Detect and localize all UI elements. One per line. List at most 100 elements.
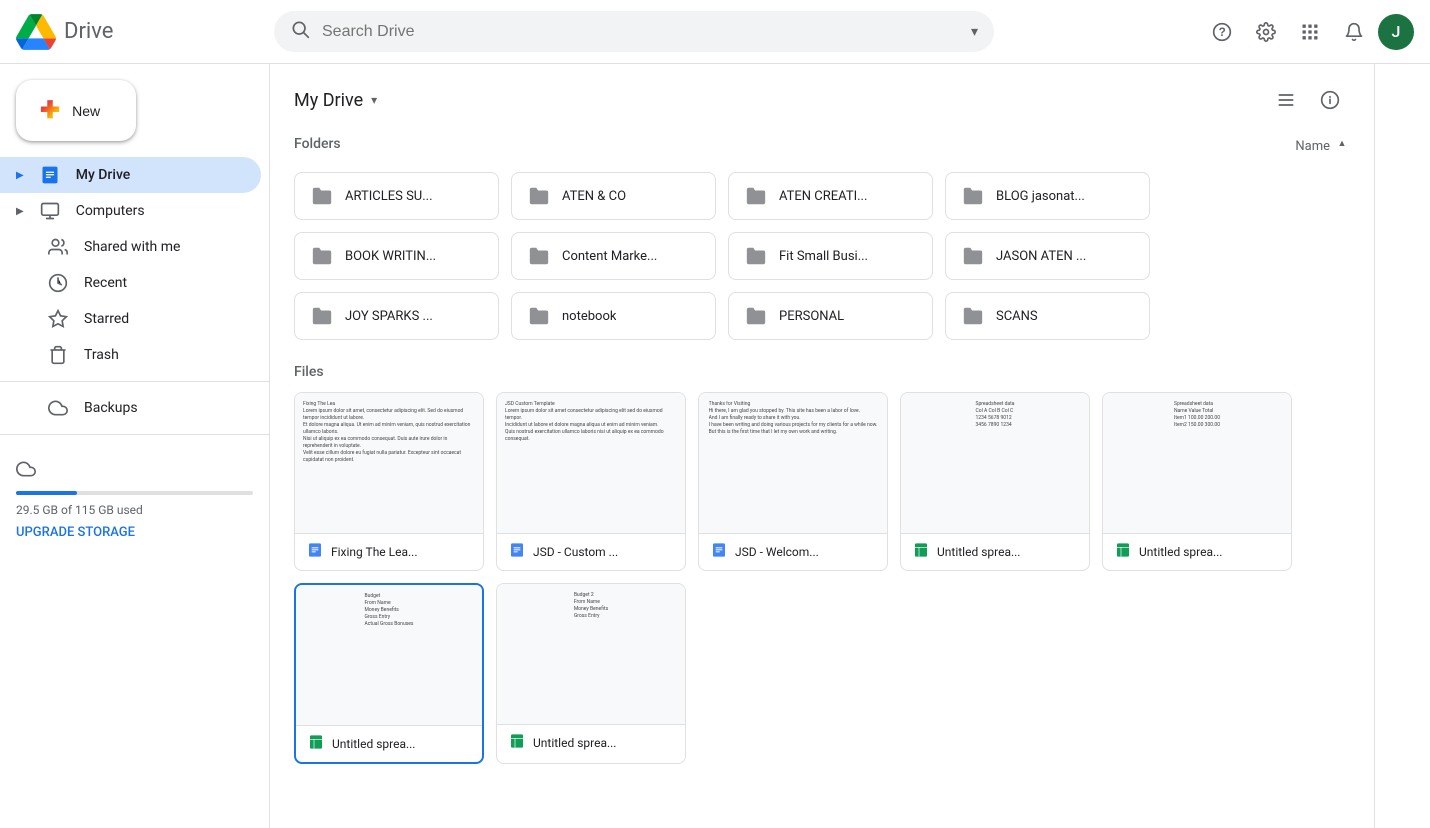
upgrade-button[interactable]: UPGRADE STORAGE	[16, 525, 253, 540]
sort-row: Name	[1295, 138, 1350, 154]
folder-name: JASON ATEN ...	[996, 249, 1086, 264]
sort-name-button[interactable]: Name	[1295, 139, 1330, 154]
file-item[interactable]: Spreadsheet dataName Value TotalItem1 10…	[1102, 392, 1292, 571]
folder-item[interactable]: notebook	[511, 292, 716, 340]
folder-icon	[745, 245, 767, 267]
recent-icon	[48, 273, 68, 293]
sidebar-divider	[0, 381, 269, 382]
my-drive-icon	[40, 165, 60, 185]
new-button[interactable]: ✚ New	[16, 80, 136, 141]
file-preview: JSD Custom TemplateLorem ipsum dolor sit…	[497, 393, 685, 533]
file-item[interactable]: BudgetFrom NameMoney BenefitsGross Entry…	[294, 583, 484, 764]
title-dropdown-icon[interactable]: ▾	[371, 93, 377, 107]
new-button-label: New	[72, 103, 100, 119]
folder-item[interactable]: PERSONAL	[728, 292, 933, 340]
file-info: JSD - Welcom...	[699, 533, 887, 570]
folder-icon	[311, 185, 333, 207]
file-name: Untitled sprea...	[533, 736, 673, 750]
file-info: Untitled sprea...	[901, 533, 1089, 570]
folder-icon	[528, 245, 550, 267]
avatar[interactable]: J	[1378, 14, 1414, 50]
folder-item[interactable]: JASON ATEN ...	[945, 232, 1150, 280]
folder-name: ATEN CREATI...	[779, 189, 867, 204]
folder-name: JOY SPARKS ...	[345, 309, 433, 324]
sidebar-item-my-drive[interactable]: ▶ My Drive	[0, 157, 261, 193]
list-view-button[interactable]	[1266, 80, 1306, 120]
sidebar-item-label-starred: Starred	[84, 311, 129, 327]
folder-item[interactable]: BLOG jasonat...	[945, 172, 1150, 220]
sidebar-item-label-recent: Recent	[84, 275, 127, 291]
backups-icon	[48, 398, 68, 418]
file-item[interactable]: Fixing The LeaLorem ipsum dolor sit amet…	[294, 392, 484, 571]
content-header: My Drive ▾	[294, 80, 1350, 120]
drive-title-text: My Drive	[294, 90, 363, 111]
folder-name: ARTICLES SU...	[345, 189, 433, 204]
sort-asc-icon	[1334, 138, 1350, 154]
folder-icon	[962, 245, 984, 267]
search-dropdown-icon[interactable]: ▾	[971, 24, 978, 40]
search-input[interactable]	[322, 23, 959, 41]
folder-item[interactable]: ATEN CREATI...	[728, 172, 933, 220]
sidebar-item-recent[interactable]: Recent	[0, 265, 261, 301]
folder-item[interactable]: BOOK WRITIN...	[294, 232, 499, 280]
file-preview: BudgetFrom NameMoney BenefitsGross Entry…	[296, 585, 482, 725]
info-icon	[1320, 90, 1340, 110]
sidebar-item-computers[interactable]: ▶ Computers	[0, 193, 261, 229]
folder-item[interactable]: ARTICLES SU...	[294, 172, 499, 220]
file-item[interactable]: Budget 2From NameMoney BenefitsGross Ent…	[496, 583, 686, 764]
folder-item[interactable]: ATEN & CO	[511, 172, 716, 220]
file-preview-text: JSD Custom TemplateLorem ipsum dolor sit…	[505, 401, 677, 443]
file-preview: Spreadsheet dataCol A Col B Col C1234 56…	[901, 393, 1089, 533]
notifications-button[interactable]	[1334, 12, 1374, 52]
file-name: JSD - Custom ...	[533, 545, 673, 559]
sidebar-item-backups[interactable]: Backups	[0, 390, 261, 426]
file-item[interactable]: Thanks for VisitingHi there, I am glad y…	[698, 392, 888, 571]
file-preview-text: Spreadsheet dataName Value TotalItem1 10…	[1174, 401, 1220, 429]
app-name: Drive	[64, 19, 113, 44]
help-button[interactable]: ?	[1202, 12, 1242, 52]
sidebar-item-starred[interactable]: Starred	[0, 301, 261, 337]
file-preview-text: Budget 2From NameMoney BenefitsGross Ent…	[574, 592, 608, 620]
storage-cloud-icon	[16, 459, 36, 479]
file-name: Untitled sprea...	[937, 545, 1077, 559]
info-button[interactable]	[1310, 80, 1350, 120]
sidebar-item-label-computers: Computers	[76, 203, 145, 219]
file-preview-text: Spreadsheet dataCol A Col B Col C1234 56…	[975, 401, 1014, 429]
file-item[interactable]: JSD Custom TemplateLorem ipsum dolor sit…	[496, 392, 686, 571]
settings-button[interactable]	[1246, 12, 1286, 52]
file-info: Untitled sprea...	[296, 725, 482, 762]
sidebar-item-trash[interactable]: Trash	[0, 337, 261, 373]
file-item[interactable]: Spreadsheet dataCol A Col B Col C1234 56…	[900, 392, 1090, 571]
folder-item[interactable]: Content Marke...	[511, 232, 716, 280]
folder-icon	[311, 305, 333, 327]
sidebar-item-shared[interactable]: Shared with me	[0, 229, 261, 265]
folders-section: Folders Name ARTICLES SU... ATEN & CO AT…	[294, 136, 1350, 340]
sidebar-item-label-backups: Backups	[84, 400, 138, 416]
drive-title[interactable]: My Drive ▾	[294, 90, 377, 111]
file-type-icon	[509, 542, 525, 562]
file-type-icon	[308, 734, 324, 754]
folder-name: notebook	[562, 309, 616, 324]
file-preview: Thanks for VisitingHi there, I am glad y…	[699, 393, 887, 533]
file-grid: Fixing The LeaLorem ipsum dolor sit amet…	[294, 392, 1350, 764]
file-type-icon	[307, 542, 323, 562]
folder-item[interactable]: SCANS	[945, 292, 1150, 340]
sidebar-item-label-trash: Trash	[84, 347, 119, 363]
folder-icon	[745, 305, 767, 327]
file-name: Untitled sprea...	[1139, 545, 1279, 559]
folder-name: BLOG jasonat...	[996, 189, 1085, 204]
storage-fill	[16, 491, 77, 495]
search-bar[interactable]: ▾	[274, 11, 994, 52]
file-name: JSD - Welcom...	[735, 545, 875, 559]
folder-item[interactable]: Fit Small Busi...	[728, 232, 933, 280]
file-type-icon	[913, 542, 929, 562]
folder-item[interactable]: JOY SPARKS ...	[294, 292, 499, 340]
content-area: My Drive ▾ Folders Name	[270, 64, 1374, 828]
folder-name: Fit Small Busi...	[779, 249, 868, 264]
main-layout: ✚ New ▶ My Drive ▶ Computers Shared with…	[0, 64, 1430, 828]
header-actions: ? J	[1202, 12, 1414, 52]
apps-button[interactable]	[1290, 12, 1330, 52]
sidebar-item-label-my-drive: My Drive	[76, 167, 131, 183]
files-section: Files Fixing The LeaLorem ipsum dolor si…	[294, 364, 1350, 764]
file-preview: Spreadsheet dataName Value TotalItem1 10…	[1103, 393, 1291, 533]
